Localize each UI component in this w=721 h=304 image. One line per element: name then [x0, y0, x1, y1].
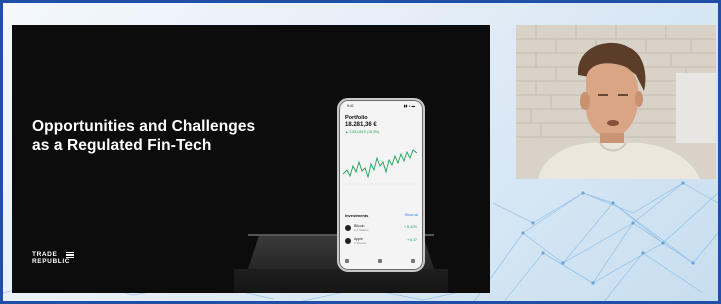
- holding-sub: 0,3 Shares: [354, 228, 369, 232]
- apple-icon: [345, 238, 351, 244]
- presentation-slide: Opportunities and Challenges as a Regula…: [12, 25, 490, 293]
- battery-icon: ▮▮ ◗ ▬: [403, 104, 415, 108]
- brand-line-2: REPUBLIC: [32, 258, 71, 265]
- home-tab-icon: [345, 259, 349, 263]
- pedestal-front: [234, 269, 448, 293]
- holding-value: + 8,42%: [404, 225, 417, 229]
- bitcoin-icon: [345, 225, 351, 231]
- webcam-feed: [516, 25, 716, 179]
- phone-tab-bar: [345, 258, 415, 264]
- holding-value: + 6,37: [407, 238, 417, 242]
- phone-investments-title: Investments: [345, 213, 369, 218]
- phone-screen-title: Portfolio: [345, 115, 368, 121]
- video-frame: Opportunities and Challenges as a Regula…: [3, 3, 718, 301]
- phone-status-bar: 9:41 ▮▮ ◗ ▬: [347, 104, 415, 110]
- search-tab-icon: [378, 259, 382, 263]
- phone-portfolio-chart: [343, 149, 417, 185]
- phone-holding-row: Apple 3 Shares + 6,37: [345, 237, 417, 247]
- holding-sub: 3 Shares: [354, 241, 367, 245]
- trade-republic-logo: TRADE REPUBLIC: [32, 251, 74, 265]
- brand-line-1: TRADE: [32, 251, 58, 258]
- phone-portfolio-value: 18.281,36 €: [345, 122, 377, 128]
- slide-title: Opportunities and Challenges as a Regula…: [32, 117, 332, 155]
- phone-holding-row: Bitcoin 0,3 Shares + 8,42%: [345, 224, 417, 234]
- slide-title-line-2: as a Regulated Fin-Tech: [32, 137, 212, 154]
- trade-republic-logo-icon: [66, 252, 74, 259]
- profile-tab-icon: [411, 259, 415, 263]
- phone-mockup: 9:41 ▮▮ ◗ ▬ Portfolio 18.281,36 € ▲ 2.83…: [337, 98, 425, 272]
- slide-title-line-1: Opportunities and Challenges: [32, 118, 256, 135]
- phone-time: 9:41: [347, 104, 354, 108]
- speaker-video: [516, 25, 716, 179]
- phone-investments-link: Show all: [404, 213, 418, 217]
- phone-portfolio-change: ▲ 2.831,68 € (18,3%): [345, 130, 380, 134]
